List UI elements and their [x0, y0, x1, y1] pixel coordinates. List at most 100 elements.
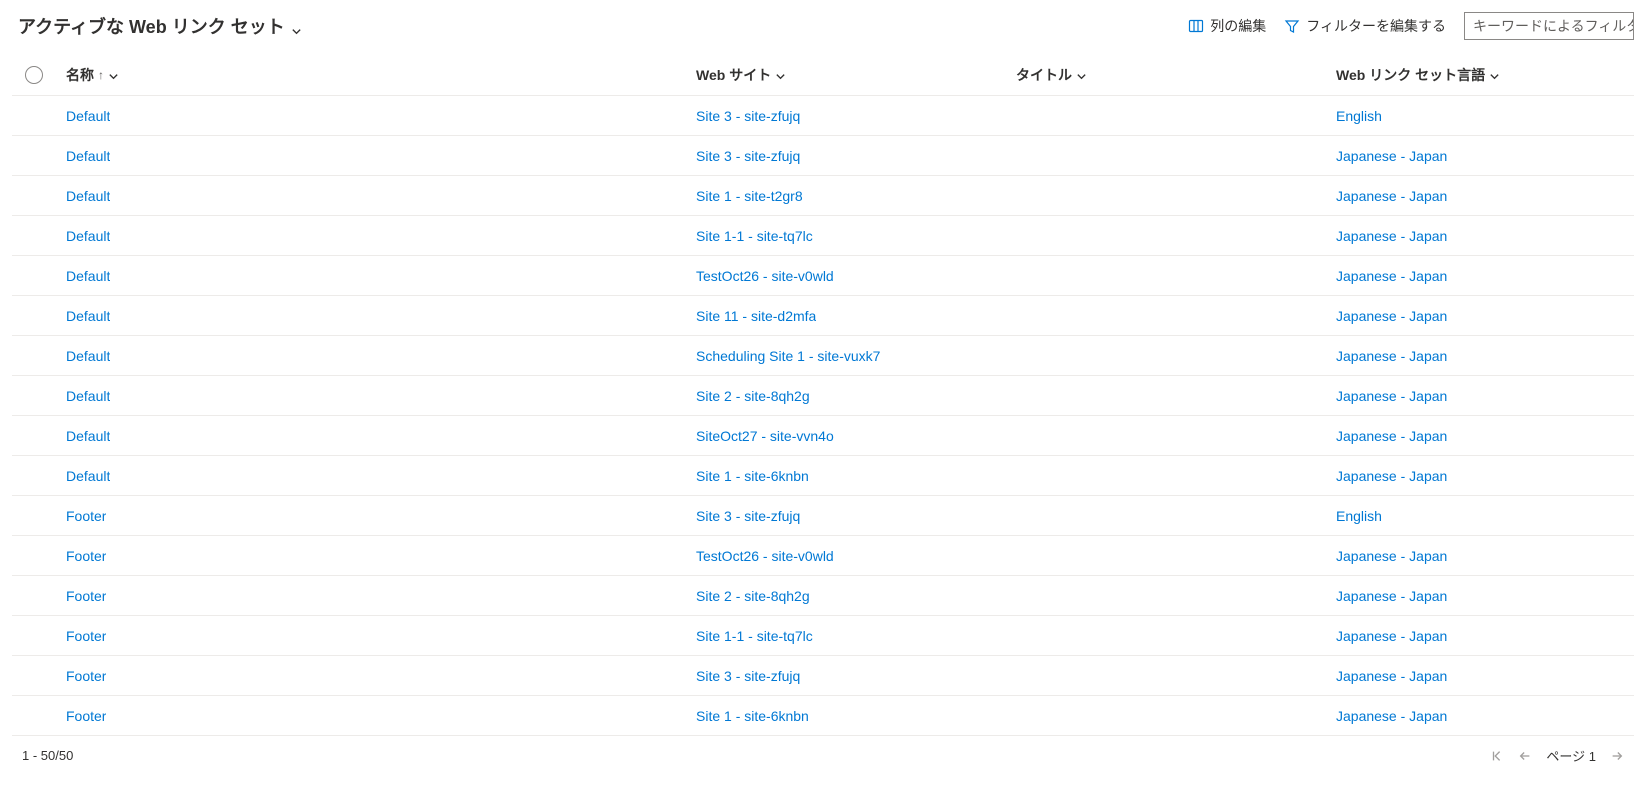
table-row[interactable]: Default Site 1-1 - site-tq7lc Japanese - J… — [12, 216, 1634, 256]
table-row[interactable]: Default Scheduling Site 1 - site-vuxk7 Jap… — [12, 336, 1634, 376]
page-label: ページ 1 — [1546, 746, 1596, 765]
table-row[interactable]: Default Site 2 - site-8qh2g Japanese - Jap… — [12, 376, 1634, 416]
cell-name-link[interactable]: Default — [66, 468, 110, 484]
cell-language-link[interactable]: Japanese - Japan — [1336, 268, 1447, 284]
grid-header: 名称 ↑ Web サイト タイトル Web リンク セット言語 — [12, 54, 1634, 96]
cell-name-link[interactable]: Footer — [66, 508, 106, 524]
table-row[interactable]: Default TestOct26 - site-v0wld Japanese - … — [12, 256, 1634, 296]
cell-language-link[interactable]: English — [1336, 108, 1382, 124]
column-header-language-label: Web リンク セット言語 — [1336, 65, 1485, 85]
cell-website-link[interactable]: TestOct26 - site-v0wld — [696, 268, 834, 284]
table-row[interactable]: Footer Site 1-1 - site-tq7lc Japanese - Ja… — [12, 616, 1634, 656]
cell-name-link[interactable]: Footer — [66, 588, 106, 604]
chevron-down-icon — [108, 69, 119, 80]
grid-footer: 1 - 50/50 ページ 1 — [12, 736, 1634, 777]
chevron-down-icon — [291, 21, 302, 32]
cell-language-link[interactable]: Japanese - Japan — [1336, 228, 1447, 244]
toolbar: アクティブな Web リンク セット 列の編集 — [12, 8, 1634, 54]
data-grid: 名称 ↑ Web サイト タイトル Web リンク セット言語 — [12, 54, 1634, 736]
table-row[interactable]: Default SiteOct27 - site-vvn4o Japanese - … — [12, 416, 1634, 456]
search-input[interactable]: キーワードによるフィルタ — [1464, 12, 1634, 40]
column-header-title[interactable]: タイトル — [1016, 65, 1336, 85]
cell-language-link[interactable]: Japanese - Japan — [1336, 188, 1447, 204]
cell-website-link[interactable]: Site 3 - site-zfujq — [696, 148, 800, 164]
edit-filters-label: フィルターを編集する — [1306, 16, 1446, 36]
table-row[interactable]: Footer Site 3 - site-zfujq Japanese - Japa… — [12, 656, 1634, 696]
cell-language-link[interactable]: Japanese - Japan — [1336, 548, 1447, 564]
cell-website-link[interactable]: SiteOct27 - site-vvn4o — [696, 428, 834, 444]
cell-name-link[interactable]: Default — [66, 428, 110, 444]
table-row[interactable]: Default Site 11 - site-d2mfa Japanese - Ja… — [12, 296, 1634, 336]
cell-language-link[interactable]: Japanese - Japan — [1336, 308, 1447, 324]
record-range: 1 - 50/50 — [22, 748, 73, 763]
column-header-name[interactable]: 名称 ↑ — [56, 65, 696, 85]
column-header-website[interactable]: Web サイト — [696, 65, 1016, 85]
cell-website-link[interactable]: Site 1 - site-t2gr8 — [696, 188, 803, 204]
chevron-down-icon — [1076, 69, 1087, 80]
cell-website-link[interactable]: Site 2 - site-8qh2g — [696, 388, 810, 404]
first-page-icon[interactable] — [1490, 749, 1504, 763]
cell-name-link[interactable]: Default — [66, 268, 110, 284]
cell-website-link[interactable]: Site 1-1 - site-tq7lc — [696, 228, 813, 244]
column-header-name-label: 名称 — [66, 65, 94, 85]
pager: ページ 1 — [1490, 746, 1624, 765]
cell-name-link[interactable]: Default — [66, 388, 110, 404]
cell-website-link[interactable]: TestOct26 - site-v0wld — [696, 548, 834, 564]
cell-name-link[interactable]: Footer — [66, 708, 106, 724]
cell-name-link[interactable]: Default — [66, 228, 110, 244]
cell-language-link[interactable]: Japanese - Japan — [1336, 148, 1447, 164]
cell-language-link[interactable]: English — [1336, 508, 1382, 524]
toolbar-right: 列の編集 フィルターを編集する キーワードによるフィルタ — [1188, 12, 1634, 40]
table-row[interactable]: Default Site 1 - site-6knbn Japanese - Jap… — [12, 456, 1634, 496]
cell-name-link[interactable]: Default — [66, 348, 110, 364]
cell-language-link[interactable]: Japanese - Japan — [1336, 708, 1447, 724]
cell-language-link[interactable]: Japanese - Japan — [1336, 628, 1447, 644]
cell-name-link[interactable]: Footer — [66, 628, 106, 644]
cell-language-link[interactable]: Japanese - Japan — [1336, 348, 1447, 364]
cell-website-link[interactable]: Site 1 - site-6knbn — [696, 708, 809, 724]
cell-language-link[interactable]: Japanese - Japan — [1336, 468, 1447, 484]
cell-website-link[interactable]: Site 3 - site-zfujq — [696, 108, 800, 124]
edit-filters-button[interactable]: フィルターを編集する — [1284, 16, 1446, 36]
cell-language-link[interactable]: Japanese - Japan — [1336, 588, 1447, 604]
cell-name-link[interactable]: Default — [66, 188, 110, 204]
table-row[interactable]: Default Site 3 - site-zfujq English — [12, 96, 1634, 136]
view-selector[interactable]: アクティブな Web リンク セット — [12, 13, 302, 39]
edit-columns-button[interactable]: 列の編集 — [1188, 16, 1266, 36]
search-placeholder: キーワードによるフィルタ — [1473, 16, 1634, 36]
cell-name-link[interactable]: Default — [66, 148, 110, 164]
cell-website-link[interactable]: Site 2 - site-8qh2g — [696, 588, 810, 604]
cell-website-link[interactable]: Site 3 - site-zfujq — [696, 508, 800, 524]
cell-website-link[interactable]: Site 1-1 - site-tq7lc — [696, 628, 813, 644]
edit-columns-label: 列の編集 — [1210, 16, 1266, 36]
cell-website-link[interactable]: Scheduling Site 1 - site-vuxk7 — [696, 348, 880, 364]
columns-icon — [1188, 18, 1204, 34]
table-row[interactable]: Footer Site 3 - site-zfujq English — [12, 496, 1634, 536]
chevron-down-icon — [1489, 69, 1500, 80]
prev-page-icon[interactable] — [1518, 749, 1532, 763]
chevron-down-icon — [775, 69, 786, 80]
cell-name-link[interactable]: Footer — [66, 668, 106, 684]
column-header-language[interactable]: Web リンク セット言語 — [1336, 65, 1634, 85]
cell-name-link[interactable]: Footer — [66, 548, 106, 564]
column-header-website-label: Web サイト — [696, 65, 771, 85]
cell-name-link[interactable]: Default — [66, 108, 110, 124]
cell-name-link[interactable]: Default — [66, 308, 110, 324]
sort-asc-icon: ↑ — [98, 68, 104, 82]
table-row[interactable]: Default Site 1 - site-t2gr8 Japanese - Jap… — [12, 176, 1634, 216]
table-row[interactable]: Default Site 3 - site-zfujq Japanese - Jap… — [12, 136, 1634, 176]
select-all-checkbox[interactable] — [25, 66, 43, 84]
cell-language-link[interactable]: Japanese - Japan — [1336, 428, 1447, 444]
next-page-icon[interactable] — [1610, 749, 1624, 763]
cell-website-link[interactable]: Site 3 - site-zfujq — [696, 668, 800, 684]
view-title-text: アクティブな Web リンク セット — [18, 13, 285, 39]
table-row[interactable]: Footer Site 1 - site-6knbn Japanese - Japa… — [12, 696, 1634, 736]
cell-language-link[interactable]: Japanese - Japan — [1336, 388, 1447, 404]
cell-language-link[interactable]: Japanese - Japan — [1336, 668, 1447, 684]
grid-body: DefaultSite 3 - site-zfujqEnglishDefault… — [12, 96, 1634, 736]
table-row[interactable]: Footer Site 2 - site-8qh2g Japanese - Japa… — [12, 576, 1634, 616]
filter-icon — [1284, 18, 1300, 34]
cell-website-link[interactable]: Site 1 - site-6knbn — [696, 468, 809, 484]
cell-website-link[interactable]: Site 11 - site-d2mfa — [696, 308, 816, 324]
table-row[interactable]: Footer TestOct26 - site-v0wld Japanese - J… — [12, 536, 1634, 576]
